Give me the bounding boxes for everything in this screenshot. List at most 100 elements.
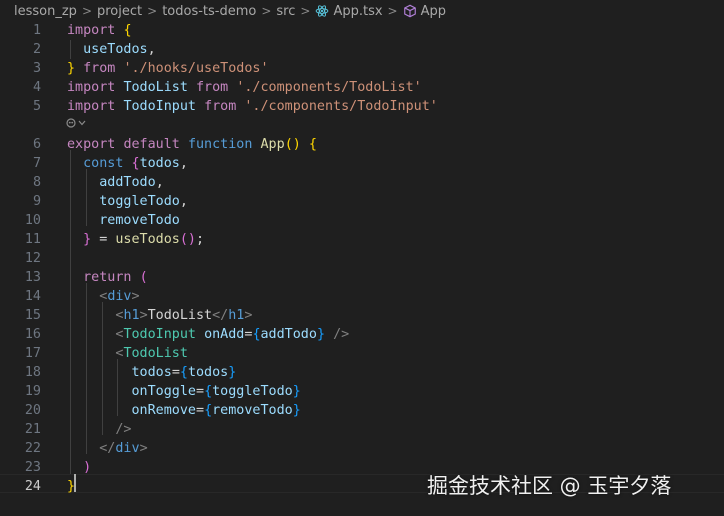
code-token: , xyxy=(147,42,156,57)
line-number: 14 xyxy=(24,289,41,304)
code-token: } xyxy=(292,403,301,418)
code-token: { xyxy=(204,384,213,399)
code-token: export xyxy=(67,137,116,152)
code-token: useTodos xyxy=(115,232,180,247)
code-line[interactable]: 12 xyxy=(0,249,724,268)
code-line[interactable]: 10 removeTodo xyxy=(0,211,724,230)
code-token: = xyxy=(171,365,180,380)
code-token: toggleTodo xyxy=(67,194,180,209)
code-token: onToggle xyxy=(67,384,196,399)
code-text: export default function App() { xyxy=(67,135,317,154)
code-text: ) xyxy=(67,458,91,477)
code-token: </ xyxy=(212,308,229,323)
code-token: removeTodo xyxy=(212,403,293,418)
code-token: TodoInput xyxy=(123,99,196,114)
code-token: } xyxy=(316,327,325,342)
code-line[interactable]: 19 onToggle={toggleTodo} xyxy=(0,382,724,401)
code-token: /> xyxy=(333,327,350,342)
code-line[interactable]: 14 <div> xyxy=(0,287,724,306)
code-line[interactable]: 13 return ( xyxy=(0,268,724,287)
code-line[interactable]: 15 <h1>TodoList</h1> xyxy=(0,306,724,325)
code-token: } xyxy=(228,365,237,380)
code-text: } from './hooks/useTodos' xyxy=(67,59,269,78)
breadcrumb-item[interactable]: lesson_zp xyxy=(14,4,77,19)
code-line[interactable]: 21 /> xyxy=(0,420,724,439)
code-line[interactable]: 16 <TodoInput onAdd={addTodo} /> xyxy=(0,325,724,344)
code-token: () xyxy=(179,232,196,247)
code-line[interactable]: 5 import TodoInput from './components/Tod… xyxy=(0,97,724,116)
code-token: ( xyxy=(139,270,148,285)
code-token: TodoList xyxy=(123,80,188,95)
code-token: { xyxy=(123,23,132,38)
code-token: /> xyxy=(115,422,132,437)
line-number: 19 xyxy=(24,384,41,399)
code-line[interactable]: 4 import TodoList from './components/Todo… xyxy=(0,78,724,97)
code-text: return ( xyxy=(67,268,148,287)
code-line[interactable]: 7 const {todos, xyxy=(0,154,724,173)
code-line[interactable]: 3 } from './hooks/useTodos' xyxy=(0,59,724,78)
code-text: useTodos, xyxy=(67,40,156,59)
code-token: } xyxy=(67,61,76,76)
code-token: = xyxy=(196,384,205,399)
code-text: removeTodo xyxy=(67,211,180,230)
breadcrumb-item[interactable]: src xyxy=(276,4,295,19)
code-text: todos={todos} xyxy=(67,363,236,382)
code-line[interactable]: 1 import { xyxy=(0,21,724,40)
code-token: import xyxy=(67,23,116,38)
code-line[interactable]: 18 todos={todos} xyxy=(0,363,724,382)
code-line[interactable]: 2 useTodos, xyxy=(0,40,724,59)
code-token: ) xyxy=(83,460,92,475)
code-token: todos xyxy=(67,365,172,380)
code-line[interactable]: 20 onRemove={removeTodo} xyxy=(0,401,724,420)
line-number: 7 xyxy=(32,156,41,171)
code-token: { xyxy=(204,403,213,418)
code-token: addTodo xyxy=(67,175,156,190)
line-number: 21 xyxy=(24,422,41,437)
code-token: ; xyxy=(196,232,205,247)
code-line[interactable]: 17 <TodoList xyxy=(0,344,724,363)
breadcrumb-symbol[interactable]: App xyxy=(421,4,446,19)
code-token: const xyxy=(83,156,124,171)
code-text: onToggle={toggleTodo} xyxy=(67,382,300,401)
chevron-right-icon: > xyxy=(387,4,398,18)
code-token: from xyxy=(204,99,237,114)
breadcrumb-item[interactable]: project xyxy=(97,4,142,19)
code-line[interactable]: 9 toggleTodo, xyxy=(0,192,724,211)
code-editor[interactable]: lesson_zp > project > todos-ts-demo > sr… xyxy=(0,0,724,516)
code-line[interactable]: 8 addTodo, xyxy=(0,173,724,192)
code-token: './components/TodoList' xyxy=(236,80,422,95)
code-token: div xyxy=(115,441,140,456)
code-token: > xyxy=(131,289,140,304)
line-number: 1 xyxy=(32,23,41,38)
breadcrumb-item[interactable]: todos-ts-demo xyxy=(162,4,256,19)
react-file-icon xyxy=(315,4,329,18)
code-token: > xyxy=(244,308,253,323)
code-token: TodoList xyxy=(123,346,188,361)
line-number: 3 xyxy=(32,61,41,76)
code-token: useTodos xyxy=(67,42,148,57)
breadcrumb-file[interactable]: App.tsx xyxy=(333,4,382,19)
code-line[interactable]: 22 </div> xyxy=(0,439,724,458)
code-line[interactable]: 6 export default function App() { xyxy=(0,135,724,154)
code-token: > xyxy=(139,308,148,323)
code-token: , xyxy=(179,194,188,209)
line-number: 23 xyxy=(24,460,41,475)
code-token: todos xyxy=(187,365,229,380)
chevron-right-icon: > xyxy=(147,4,158,18)
code-line[interactable]: 11 } = useTodos(); xyxy=(0,230,724,249)
code-token: > xyxy=(139,441,148,456)
copilot-code-lens[interactable] xyxy=(66,116,88,130)
line-number: 2 xyxy=(32,42,41,57)
code-text: onRemove={removeTodo} xyxy=(67,401,301,420)
line-number: 18 xyxy=(24,365,41,380)
code-text: <TodoInput onAdd={addTodo} /> xyxy=(67,325,349,344)
line-number: 6 xyxy=(32,137,41,152)
code-token: onAdd xyxy=(204,327,245,342)
